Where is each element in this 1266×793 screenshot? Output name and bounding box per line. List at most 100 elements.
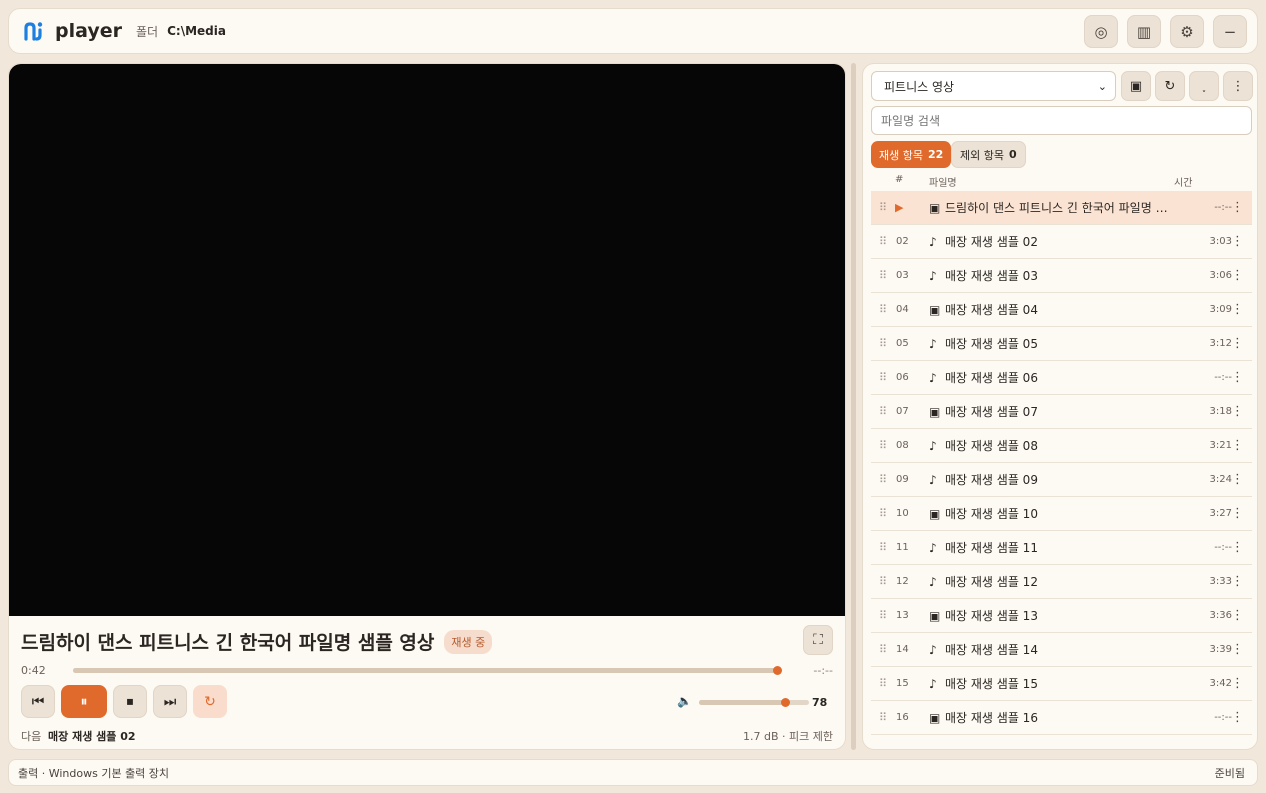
table-row[interactable]: ⠿ 07 ▣ 매장 재생 샘플 07 3:18 ⋮ <box>871 395 1252 429</box>
folder-label: 폴더 <box>136 24 159 39</box>
audio-file-icon: ♪ <box>929 540 937 555</box>
tab-playing-items[interactable]: 재생 항목 22 <box>871 141 952 168</box>
table-row[interactable]: ⠿ 11 ♪ 매장 재생 샘플 11 --:-- ⋮ <box>871 531 1252 565</box>
tab-excluded-label: 제외 항목 <box>960 148 1004 162</box>
more-vertical-icon[interactable]: ⋮ <box>1231 506 1244 521</box>
table-row[interactable]: ⠿ 06 ♪ 매장 재생 샘플 06 --:-- ⋮ <box>871 361 1252 395</box>
audio-file-icon: ♪ <box>929 642 937 657</box>
table-row[interactable]: ⠿ 03 ♪ 매장 재생 샘플 03 3:06 ⋮ <box>871 259 1252 293</box>
table-row[interactable]: ⠿ ▶ ▣ 드림하이 댄스 피트니스 긴 한국어 파일명 샘플 영상 --:--⋮ <box>871 191 1252 225</box>
seek-bar[interactable] <box>73 666 782 675</box>
drag-handle-icon[interactable]: ⠿ <box>879 711 887 724</box>
volume-icon[interactable]: 🔈 <box>677 694 692 708</box>
repeat-button[interactable]: ↻ <box>193 685 227 718</box>
tab-playing-label: 재생 항목 <box>879 148 923 162</box>
panel-splitter[interactable] <box>851 63 856 750</box>
folder-path[interactable]: C:\Media <box>167 24 226 38</box>
row-number: 06 <box>896 372 909 383</box>
volume-handle[interactable] <box>780 698 790 707</box>
more-vertical-icon[interactable]: ⋮ <box>1231 574 1244 589</box>
video-file-icon: ▣ <box>929 302 941 317</box>
playlist-panel: 피트니스 영상 ⌄ ▣ ↻ ˯ ⋮ 재생 항목 22 제외 항목 0 # 파일명 시… <box>862 63 1258 750</box>
row-number: 09 <box>896 474 909 485</box>
disc-button[interactable]: ◎ <box>1084 15 1118 48</box>
drag-handle-icon[interactable]: ⠿ <box>879 677 887 690</box>
drag-handle-icon[interactable]: ⠿ <box>879 541 887 554</box>
drag-handle-icon[interactable]: ⠿ <box>879 439 887 452</box>
time-current: 0:42 <box>21 664 46 677</box>
drag-handle-icon[interactable]: ⠿ <box>879 507 887 520</box>
tab-playing-count: 22 <box>927 148 944 161</box>
row-filename: 매장 재생 샘플 03 <box>945 269 1038 283</box>
row-filename: 매장 재생 샘플 06 <box>945 371 1038 385</box>
seek-handle[interactable] <box>772 666 782 675</box>
drag-handle-icon[interactable]: ⠿ <box>879 235 887 248</box>
table-row[interactable]: ⠿ 04 ▣ 매장 재생 샘플 04 3:09 ⋮ <box>871 293 1252 327</box>
table-row[interactable]: ⠿ 02 ♪ 매장 재생 샘플 02 3:03 ⋮ <box>871 225 1252 259</box>
more-vertical-icon[interactable]: ⋮ <box>1231 676 1244 691</box>
table-row[interactable]: ⠿ 09 ♪ 매장 재생 샘플 09 3:24 ⋮ <box>871 463 1252 497</box>
more-vertical-icon[interactable]: ⋮ <box>1231 710 1244 725</box>
drag-handle-icon[interactable]: ⠿ <box>879 337 887 350</box>
video-mode-button[interactable]: ▣ <box>1121 71 1151 101</box>
sort-button[interactable]: ˯ <box>1189 71 1219 101</box>
refresh-icon: ↻ <box>1164 78 1176 94</box>
table-row[interactable]: ⠿ 15 ♪ 매장 재생 샘플 15 3:42 ⋮ <box>871 667 1252 701</box>
more-vertical-icon[interactable]: ⋮ <box>1231 200 1244 215</box>
search-input[interactable] <box>871 106 1252 135</box>
pause-icon: ⏸ <box>80 693 88 710</box>
drag-handle-icon[interactable]: ⠿ <box>879 609 887 622</box>
columns-button[interactable]: ▥ <box>1127 15 1161 48</box>
next-button[interactable]: ⏭ <box>153 685 187 718</box>
drag-handle-icon[interactable]: ⠿ <box>879 405 887 418</box>
table-row[interactable]: ⠿ 10 ▣ 매장 재생 샘플 10 3:27 ⋮ <box>871 497 1252 531</box>
more-vertical-icon[interactable]: ⋮ <box>1231 302 1244 317</box>
table-row[interactable]: ⠿ 05 ♪ 매장 재생 샘플 05 3:12 ⋮ <box>871 327 1252 361</box>
refresh-button[interactable]: ↻ <box>1155 71 1185 101</box>
minimize-button[interactable]: − <box>1213 15 1247 48</box>
volume-slider[interactable] <box>699 698 809 707</box>
video-file-icon: ▣ <box>929 200 941 215</box>
pause-button[interactable]: ⏸ <box>61 685 107 718</box>
table-row[interactable]: ⠿ 08 ♪ 매장 재생 샘플 08 3:21 ⋮ <box>871 429 1252 463</box>
more-vertical-icon[interactable]: ⋮ <box>1231 438 1244 453</box>
more-vertical-icon[interactable]: ⋮ <box>1231 608 1244 623</box>
drag-handle-icon[interactable]: ⠿ <box>879 371 887 384</box>
drag-handle-icon[interactable]: ⠿ <box>879 473 887 486</box>
playlist-menu-button[interactable]: ⋮ <box>1223 71 1253 101</box>
drag-handle-icon[interactable]: ⠿ <box>879 575 887 588</box>
row-number: 14 <box>896 644 909 655</box>
drag-handle-icon[interactable]: ⠿ <box>879 643 887 656</box>
table-row[interactable]: ⠿ 16 ▣ 매장 재생 샘플 16 --:-- ⋮ <box>871 701 1252 735</box>
more-vertical-icon[interactable]: ⋮ <box>1231 234 1244 249</box>
drag-handle-icon[interactable]: ⠿ <box>879 269 887 282</box>
playlist-select[interactable]: 피트니스 영상 ⌄ <box>871 71 1116 101</box>
fullscreen-button[interactable]: ⛶ <box>803 625 833 655</box>
app-name: player <box>55 20 122 42</box>
drag-handle-icon[interactable]: ⠿ <box>879 303 887 316</box>
fullscreen-icon: ⛶ <box>813 632 823 648</box>
more-vertical-icon[interactable]: ⋮ <box>1231 642 1244 657</box>
playlist-select-value: 피트니스 영상 <box>884 79 955 94</box>
settings-button[interactable]: ⚙ <box>1170 15 1204 48</box>
gear-icon: ⚙ <box>1180 22 1194 41</box>
table-row[interactable]: ⠿ 14 ♪ 매장 재생 샘플 14 3:39 ⋮ <box>871 633 1252 667</box>
more-vertical-icon[interactable]: ⋮ <box>1231 472 1244 487</box>
table-row[interactable]: ⠿ 12 ♪ 매장 재생 샘플 12 3:33 ⋮ <box>871 565 1252 599</box>
more-vertical-icon[interactable]: ⋮ <box>1231 268 1244 283</box>
more-vertical-icon[interactable]: ⋮ <box>1231 370 1244 385</box>
more-vertical-icon[interactable]: ⋮ <box>1231 540 1244 555</box>
drag-handle-icon[interactable]: ⠿ <box>879 201 887 214</box>
more-vertical-icon[interactable]: ⋮ <box>1231 404 1244 419</box>
tab-excluded-items[interactable]: 제외 항목 0 <box>951 141 1026 168</box>
app-header: player 폴더 C:\Media ◎ ▥ ⚙ − <box>8 8 1258 54</box>
previous-button[interactable]: ⏮ <box>21 685 55 718</box>
video-viewport[interactable] <box>9 64 845 616</box>
video-file-icon: ▣ <box>929 506 941 521</box>
row-number: 16 <box>896 712 909 723</box>
row-duration: 3:27 <box>1209 508 1232 519</box>
stop-button[interactable]: ⏹ <box>113 685 147 718</box>
time-total: --:-- <box>813 664 833 677</box>
table-row[interactable]: ⠿ 13 ▣ 매장 재생 샘플 13 3:36 ⋮ <box>871 599 1252 633</box>
more-vertical-icon[interactable]: ⋮ <box>1231 336 1244 351</box>
